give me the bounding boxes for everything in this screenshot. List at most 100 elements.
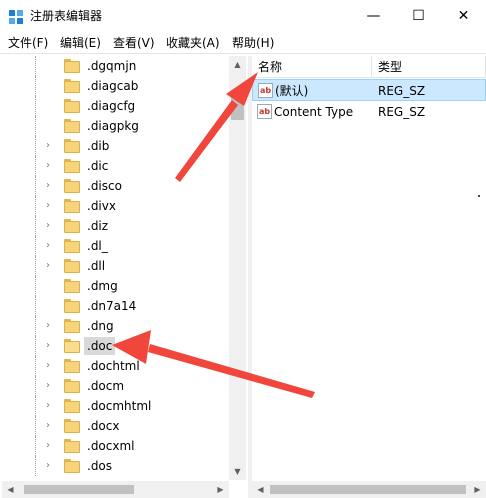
value-row-default[interactable]: ab (默认) REG_SZ — [252, 79, 486, 101]
minimize-button[interactable]: — — [351, 0, 396, 32]
tree-guide-line — [35, 416, 36, 436]
tree-guide-line — [35, 56, 36, 76]
tree-item-label: .docmhtml — [87, 399, 152, 413]
menu-view[interactable]: 查看(V) — [113, 36, 155, 50]
scroll-up-icon[interactable]: ▲ — [229, 56, 246, 73]
scroll-right-icon[interactable]: ▶ — [212, 481, 229, 498]
tree-item[interactable]: › .docxml — [2, 436, 230, 456]
maximize-button[interactable]: ☐ — [396, 0, 441, 32]
chevron-right-icon[interactable]: › — [46, 139, 56, 153]
menu-edit[interactable]: 编辑(E) — [60, 36, 101, 50]
tree-item-label: .dib — [87, 139, 110, 153]
tree-guide-line — [35, 316, 36, 336]
menu-file[interactable]: 文件(F) — [8, 36, 48, 50]
tree-guide-line — [35, 116, 36, 136]
tree-horizontal-scrollbar[interactable]: ◀ ▶ — [2, 481, 229, 498]
tree-item[interactable]: .dn7a14 — [2, 296, 230, 316]
tree-item[interactable]: › .dochtml — [2, 356, 230, 376]
folder-icon — [64, 259, 80, 273]
chevron-right-icon[interactable]: › — [46, 459, 56, 473]
tree-item[interactable]: › .dic — [2, 156, 230, 176]
value-row-content-type[interactable]: ab Content Type REG_SZ — [252, 101, 486, 123]
tree-item[interactable]: › .docm — [2, 376, 230, 396]
scroll-left-icon[interactable]: ◀ — [2, 481, 19, 498]
chevron-right-icon[interactable]: › — [46, 219, 56, 233]
values-hscroll-thumb[interactable] — [270, 485, 466, 494]
tree-item[interactable]: .diagcab — [2, 76, 230, 96]
folder-icon — [64, 119, 80, 133]
scroll-down-icon[interactable]: ▼ — [229, 463, 246, 480]
folder-icon — [64, 459, 80, 473]
tree-item[interactable]: .dgqmjn — [2, 56, 230, 76]
chevron-right-icon[interactable]: › — [46, 399, 56, 413]
tree-guide-line — [35, 76, 36, 96]
menu-help[interactable]: 帮助(H) — [232, 36, 274, 50]
chevron-right-icon[interactable]: › — [46, 379, 56, 393]
tree-hscroll-thumb[interactable] — [24, 485, 134, 494]
tree-guide-line — [35, 336, 36, 356]
tree-item[interactable]: .diagpkg — [2, 116, 230, 136]
column-header-name[interactable]: 名称 — [252, 56, 372, 78]
tree-item[interactable]: .dmg — [2, 276, 230, 296]
tree-item[interactable]: › .dll — [2, 256, 230, 276]
scroll-left-icon[interactable]: ◀ — [252, 481, 269, 498]
column-header-type[interactable]: 类型 — [372, 56, 486, 78]
values-list[interactable]: 名称 类型 ab (默认) REG_SZ ab Content Type REG… — [252, 56, 486, 481]
tree-item[interactable]: › .dos — [2, 456, 230, 476]
folder-icon — [64, 139, 80, 153]
tree-guide-line — [35, 156, 36, 176]
tree-item-label: .docxml — [87, 439, 135, 453]
tree-item[interactable]: › .dib — [2, 136, 230, 156]
tree-item[interactable]: › .docx — [2, 416, 230, 436]
chevron-right-icon[interactable]: › — [46, 339, 56, 353]
chevron-right-icon[interactable]: › — [46, 439, 56, 453]
tree-item-label: .diagcfg — [87, 99, 136, 113]
tree-vertical-scrollbar[interactable]: ▲ ▼ — [229, 56, 246, 480]
key-tree[interactable]: .dgqmjn .diagcab .diagcfg .diagpkg › .dib › .di… — [2, 56, 247, 498]
chevron-right-icon[interactable]: › — [46, 159, 56, 173]
tree-guide-line — [35, 136, 36, 156]
cursor-dot — [478, 195, 480, 197]
chevron-right-icon[interactable]: › — [46, 179, 56, 193]
tree-item[interactable]: › .dng — [2, 316, 230, 336]
tree-item[interactable]: › .dl_ — [2, 236, 230, 256]
scroll-right-icon[interactable]: ▶ — [469, 481, 486, 498]
tree-guide-line — [35, 96, 36, 116]
chevron-right-icon[interactable]: › — [46, 419, 56, 433]
folder-icon — [64, 199, 80, 213]
tree-item-label: .dgqmjn — [87, 59, 137, 73]
values-horizontal-scrollbar[interactable]: ◀ ▶ — [252, 481, 486, 498]
tree-item[interactable]: › .docmhtml — [2, 396, 230, 416]
folder-icon — [64, 59, 80, 73]
tree-guide-line — [35, 256, 36, 276]
menu-favorites[interactable]: 收藏夹(A) — [166, 36, 220, 50]
tree-item[interactable]: › .doc — [2, 336, 230, 356]
chevron-right-icon[interactable]: › — [46, 199, 56, 213]
close-button[interactable]: ✕ — [441, 0, 486, 32]
folder-icon — [64, 439, 80, 453]
folder-icon — [64, 239, 80, 253]
folder-icon — [64, 379, 80, 393]
chevron-right-icon[interactable]: › — [46, 359, 56, 373]
tree-item-label: .divx — [87, 199, 116, 213]
folder-icon — [64, 359, 80, 373]
tree-item-label: .dic — [87, 159, 109, 173]
tree-item[interactable]: › .disco — [2, 176, 230, 196]
folder-icon — [64, 299, 80, 313]
folder-icon — [64, 339, 80, 353]
chevron-right-icon[interactable]: › — [46, 239, 56, 253]
folder-icon — [64, 79, 80, 93]
tree-guide-line — [35, 396, 36, 416]
tree-item[interactable]: › .divx — [2, 196, 230, 216]
chevron-right-icon[interactable]: › — [46, 259, 56, 273]
tree-item[interactable]: › .diz — [2, 216, 230, 236]
minimize-icon: — — [366, 8, 381, 24]
value-name: Content Type — [274, 105, 354, 119]
tree-item-label: .docx — [87, 419, 120, 433]
tree-item-label: .disco — [87, 179, 122, 193]
tree-scroll-thumb[interactable] — [231, 90, 244, 120]
chevron-right-icon[interactable]: › — [46, 319, 56, 333]
tree-item-label: .dll — [87, 259, 106, 273]
tree-item[interactable]: .diagcfg — [2, 96, 230, 116]
tree-item-label: .dos — [87, 459, 113, 473]
